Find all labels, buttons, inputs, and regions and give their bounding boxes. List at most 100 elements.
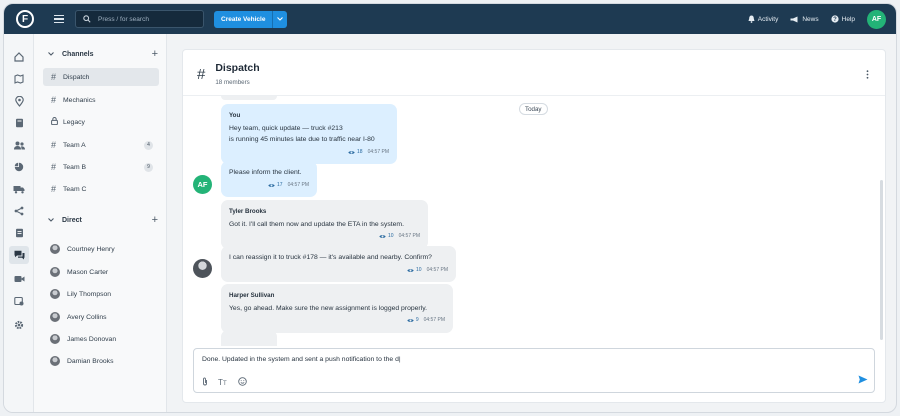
- svg-text:T: T: [223, 381, 227, 386]
- member-count[interactable]: 18 members: [215, 79, 259, 86]
- location-pin-icon[interactable]: [12, 94, 26, 108]
- message-time: 04:57 PM: [398, 233, 420, 239]
- message-bubble[interactable]: Harper Sullivan Yes, go ahead. Make sure…: [221, 284, 453, 333]
- avatar: [50, 334, 60, 344]
- app-logo[interactable]: F: [16, 10, 34, 28]
- channels-section-header[interactable]: Channels +: [48, 48, 158, 60]
- message-text: Please inform the client.: [229, 169, 302, 176]
- channel-item-team-a[interactable]: # Team A 4: [43, 136, 159, 154]
- avatar: [50, 312, 60, 322]
- search-input[interactable]: Press / for search: [75, 10, 204, 28]
- pie-chart-icon[interactable]: [12, 160, 26, 174]
- menu-icon[interactable]: [54, 15, 64, 23]
- video-icon[interactable]: [12, 272, 26, 286]
- avatar[interactable]: AF: [193, 175, 212, 194]
- message-time: 04:57 PM: [367, 148, 389, 155]
- message-bubble[interactable]: Please inform the client. 17 04:57 PM: [221, 161, 317, 197]
- chat-panel: # Dispatch 18 members Today You Hey team…: [182, 49, 886, 403]
- add-direct-button[interactable]: +: [152, 214, 158, 226]
- composer-toolbar: TT: [202, 377, 257, 386]
- chat-icon[interactable]: [9, 246, 29, 264]
- chevron-down-icon[interactable]: [48, 218, 54, 222]
- app-window: F Press / for search Create Vehicle Acti…: [3, 3, 897, 413]
- seen-count-value: 10: [388, 233, 394, 239]
- svg-text:?: ?: [833, 17, 837, 23]
- message-bubble[interactable]: I can reassign it to truck #178 — it's a…: [221, 246, 456, 282]
- calendar-settings-icon[interactable]: [12, 294, 26, 308]
- truck-icon[interactable]: [12, 182, 26, 196]
- message-text: Hey team, quick update — truck #213: [229, 124, 343, 132]
- seen-count: 10: [407, 265, 422, 277]
- channel-item-mechanics[interactable]: # Mechanics: [43, 91, 159, 109]
- message-composer[interactable]: Done. Updated in the system and sent a p…: [193, 348, 875, 393]
- direct-label: Damian Brooks: [67, 357, 114, 365]
- chevron-down-icon: [277, 17, 284, 21]
- direct-label: James Donovan: [67, 335, 117, 343]
- channel-label: Team A: [63, 141, 86, 149]
- users-icon[interactable]: [12, 138, 26, 152]
- channel-item-team-c[interactable]: # Team C: [43, 180, 159, 198]
- bell-icon: [748, 15, 755, 23]
- avatar: [50, 267, 60, 277]
- direct-item-avery-collins[interactable]: Avery Collins: [50, 312, 107, 322]
- direct-item-courtney-henry[interactable]: Courtney Henry: [50, 244, 115, 254]
- news-link[interactable]: News: [790, 16, 819, 23]
- direct-item-lily-thompson[interactable]: Lily Thompson: [50, 289, 111, 299]
- channel-item-legacy[interactable]: Legacy: [43, 113, 159, 131]
- lock-icon: [51, 117, 63, 127]
- paperclip-icon[interactable]: [202, 377, 208, 386]
- direct-section-header[interactable]: Direct +: [48, 214, 158, 226]
- unread-badge: 4: [144, 140, 153, 150]
- message-meta: 10 04:57 PM: [229, 231, 420, 243]
- share-icon[interactable]: [12, 204, 26, 218]
- message-author: Tyler Brooks: [229, 208, 267, 215]
- channel-label: Mechanics: [63, 96, 96, 104]
- seen-count: 9: [407, 315, 419, 327]
- hash-icon: #: [51, 162, 57, 172]
- activity-link[interactable]: Activity: [748, 15, 779, 23]
- activity-label: Activity: [757, 15, 779, 23]
- message-input[interactable]: Done. Updated in the system and sent a p…: [202, 356, 401, 363]
- send-icon: [858, 375, 868, 384]
- home-icon[interactable]: [12, 50, 26, 64]
- direct-item-mason-carter[interactable]: Mason Carter: [50, 267, 108, 277]
- add-channel-button[interactable]: +: [152, 48, 158, 60]
- document-icon[interactable]: [12, 226, 26, 240]
- hash-icon: #: [51, 184, 57, 194]
- message-bubble: [221, 96, 277, 100]
- map-icon[interactable]: [12, 72, 26, 86]
- create-dropdown-button[interactable]: [272, 10, 287, 28]
- avatar: [50, 289, 60, 299]
- avatar: [50, 356, 60, 366]
- book-icon[interactable]: [12, 116, 26, 130]
- channel-label: Team C: [63, 185, 87, 193]
- scrollbar[interactable]: [880, 180, 883, 340]
- avatar[interactable]: [193, 259, 212, 278]
- message-meta: 17 04:57 PM: [229, 180, 309, 192]
- search-icon: [83, 15, 91, 23]
- emoji-icon[interactable]: [238, 377, 247, 386]
- channels-header-label: Channels: [62, 50, 94, 58]
- message-bubble[interactable]: You Hey team, quick update — truck #213 …: [221, 104, 397, 164]
- seen-count-value: 9: [415, 317, 419, 323]
- channel-item-team-b[interactable]: # Team B 9: [43, 158, 159, 176]
- chevron-down-icon[interactable]: [48, 52, 54, 56]
- direct-item-james-donovan[interactable]: James Donovan: [50, 334, 116, 344]
- message-bubble[interactable]: Tyler Brooks Got it. I'll call them now …: [221, 200, 428, 249]
- message-text: Got it. I'll call them now and update th…: [229, 220, 404, 228]
- eye-icon: [348, 150, 355, 154]
- help-link[interactable]: ? Help: [831, 15, 855, 23]
- create-vehicle-button[interactable]: Create Vehicle: [214, 10, 288, 28]
- eye-icon: [407, 319, 414, 323]
- channel-item-dispatch[interactable]: # Dispatch: [43, 68, 159, 86]
- user-avatar[interactable]: AF: [867, 9, 886, 29]
- text-format-icon[interactable]: TT: [218, 378, 228, 386]
- direct-label: Mason Carter: [67, 268, 109, 276]
- channel-header: # Dispatch 18 members: [197, 62, 260, 86]
- gear-icon[interactable]: [12, 318, 26, 332]
- send-button[interactable]: [858, 375, 868, 386]
- direct-item-damian-brooks[interactable]: Damian Brooks: [50, 356, 113, 366]
- seen-count: 10: [379, 231, 394, 243]
- message-meta: 9 04:57 PM: [229, 315, 445, 327]
- more-options-icon[interactable]: [866, 70, 869, 81]
